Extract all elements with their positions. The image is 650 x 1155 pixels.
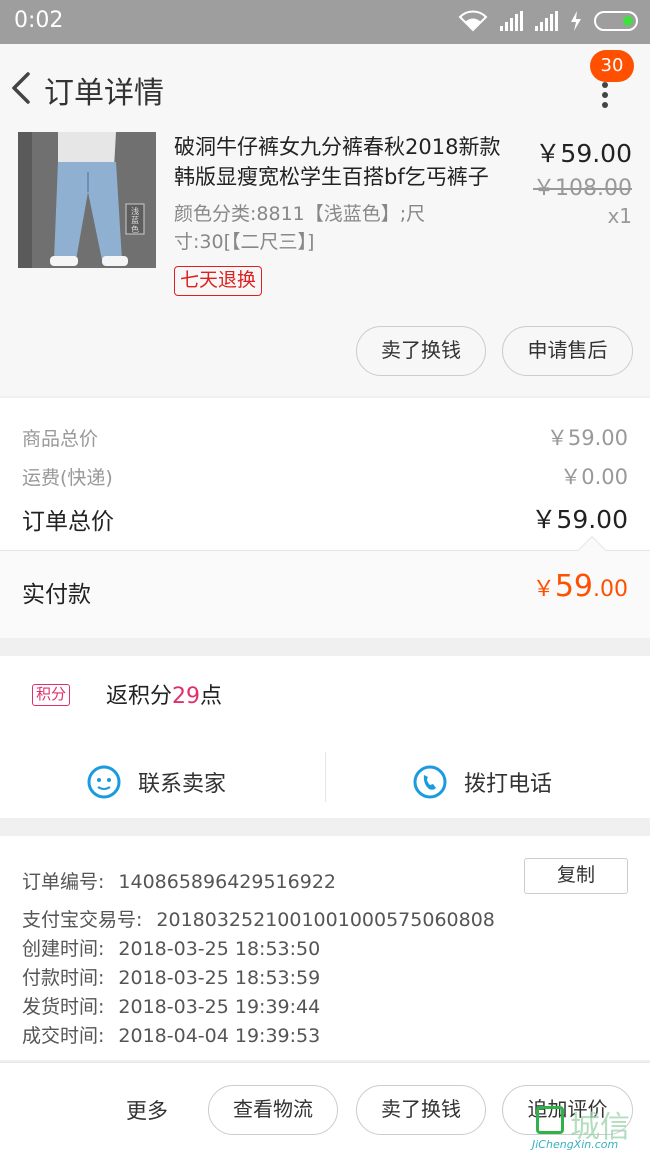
divider: [325, 752, 326, 802]
svg-text:色: 色: [131, 224, 139, 234]
notification-badge: 30: [590, 50, 634, 82]
paid-label: 实付款: [22, 582, 91, 608]
more-vertical-icon[interactable]: [598, 80, 612, 110]
svg-text:蓝: 蓝: [131, 215, 139, 225]
goods-total-label: 商品总价: [22, 428, 99, 450]
wifi-icon: [458, 10, 488, 32]
view-logistics-button[interactable]: 查看物流: [208, 1085, 338, 1135]
sell-button[interactable]: 卖了换钱: [356, 326, 486, 376]
points-badge: 积分: [32, 684, 71, 706]
order-total-label: 订单总价: [22, 509, 114, 535]
points-text: 返积分29点: [106, 684, 223, 709]
product-image[interactable]: 浅 蓝 色: [18, 132, 156, 268]
contact-bar: 联系卖家 拨打电话: [0, 746, 650, 818]
product-quantity: x1: [607, 204, 632, 228]
status-bar: 0:02: [0, 0, 650, 44]
order-total-value: ￥59.00: [531, 505, 628, 534]
paid-time-row: 付款时间: 2018-03-25 18:53:59: [22, 967, 321, 989]
goods-total-value: ￥59.00: [546, 426, 628, 450]
shipped-time-row: 发货时间: 2018-03-25 19:39:44: [22, 996, 321, 1018]
points-section: 积分 返积分29点 联系卖家 拨打电话: [0, 656, 650, 818]
status-icons: [458, 10, 638, 32]
watermark: 城信 JiChengXin.com: [530, 1104, 650, 1155]
alipay-trade-row: 支付宝交易号: 2018032521001001000575060808: [22, 909, 495, 931]
phone-icon: [413, 765, 447, 799]
shipping-value: ￥0.00: [560, 465, 628, 489]
signal-icon: [500, 11, 523, 31]
watermark-url: JiChengXin.com: [532, 1138, 619, 1151]
contact-seller-button[interactable]: 联系卖家: [86, 746, 226, 818]
product-spec: 颜色分类:8811【浅蓝色】;尺寸:30[【二尺三】]: [174, 203, 426, 253]
status-time: 0:02: [14, 8, 64, 33]
call-phone-label: 拨打电话: [464, 772, 553, 797]
call-phone-button[interactable]: 拨打电话: [412, 746, 552, 818]
shipping-label: 运费(快递): [22, 467, 113, 489]
more-button[interactable]: 更多: [126, 1095, 168, 1125]
paid-section: 实付款 ￥59.00: [0, 551, 650, 638]
order-number-row: 订单编号: 140865896429516922: [22, 871, 336, 893]
signal-icon: [535, 11, 558, 31]
page-title: 订单详情: [44, 76, 164, 111]
battery-icon: [594, 11, 638, 31]
product-price: ￥59.00: [535, 139, 632, 168]
return-policy-tag: 七天退换: [174, 266, 263, 296]
product-name[interactable]: 破洞牛仔裤女九分裤春秋2018新款韩版显瘦宽松学生百搭bf乞丐裤子: [174, 132, 514, 192]
price-summary: 商品总价 ￥59.00 运费(快递) ￥0.00 订单总价 ￥59.00 实付款…: [0, 398, 650, 638]
header: 订单详情 30: [0, 44, 650, 130]
copy-button[interactable]: 复制: [524, 858, 628, 894]
product-card[interactable]: 浅 蓝 色 破洞牛仔裤女九分裤春秋2018新款韩版显瘦宽松学生百搭bf乞丐裤子 …: [0, 130, 650, 396]
watermark-logo-icon: [536, 1106, 564, 1134]
order-info: 订单编号: 140865896429516922 复制 支付宝交易号: 201803…: [0, 836, 650, 1060]
paid-amount: ￥59.00: [532, 569, 628, 604]
svg-text:浅: 浅: [131, 206, 139, 216]
charging-icon: [571, 11, 581, 31]
sell-button[interactable]: 卖了换钱: [356, 1085, 486, 1135]
original-price: ￥108.00: [533, 176, 632, 201]
chat-face-icon: [87, 765, 121, 799]
jeans-image: 浅 蓝 色: [18, 132, 156, 268]
contact-seller-label: 联系卖家: [138, 772, 227, 797]
after-sale-button[interactable]: 申请售后: [502, 326, 633, 376]
completed-time-row: 成交时间: 2018-04-04 19:39:53: [22, 1025, 321, 1047]
created-time-row: 创建时间: 2018-03-25 18:53:50: [22, 938, 321, 960]
back-arrow-icon[interactable]: [8, 68, 36, 108]
